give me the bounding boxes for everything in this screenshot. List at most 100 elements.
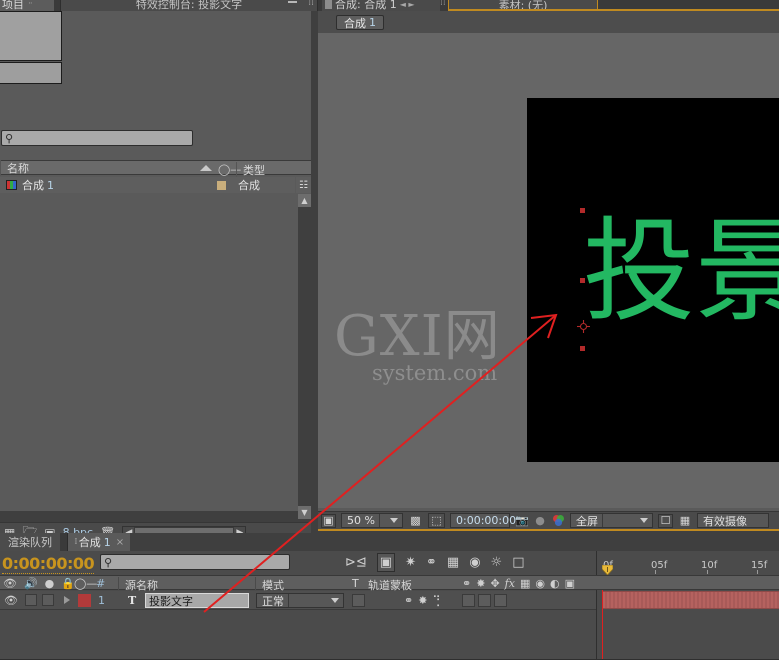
- column-header-type[interactable]: 类型: [236, 162, 265, 178]
- current-time-display[interactable]: 0:00:00:00: [2, 554, 95, 574]
- project-scrollbar[interactable]: ▲ ▼: [298, 194, 311, 519]
- layer-duration-bar[interactable]: [602, 591, 779, 609]
- shy-icon[interactable]: ◉: [469, 555, 480, 570]
- checkerboard-icon[interactable]: ▦: [678, 513, 692, 528]
- sort-ascending-icon[interactable]: [200, 165, 212, 171]
- view-mode-dropdown[interactable]: 全屏: [570, 513, 653, 528]
- lock-icon-header[interactable]: 🔒: [61, 577, 75, 590]
- layer-color-swatch[interactable]: [78, 594, 91, 607]
- project-search-input[interactable]: ⚲: [1, 130, 193, 146]
- layer-name-input[interactable]: [145, 593, 249, 608]
- layer-3d-box[interactable]: [494, 594, 507, 607]
- layer-switches-left: ⚭ ✸ ⢙: [404, 594, 441, 607]
- column-header-index[interactable]: #: [96, 577, 105, 590]
- exposure-icon[interactable]: □: [512, 555, 524, 570]
- tab-effect-controls-label: 特效控制台: 投影文字: [135, 0, 243, 11]
- layer-motion-blur-box[interactable]: [478, 594, 491, 607]
- tab-project-grip: ··: [28, 0, 33, 9]
- project-hierarchy-icon[interactable]: ☷: [296, 177, 311, 193]
- roi-selection-icon[interactable]: ⬚: [428, 513, 445, 528]
- tab-composition-group[interactable]: 合成: 合成 1 ◄ ►: [322, 0, 440, 11]
- ruler-mark-1: [655, 570, 656, 574]
- chevron-down-icon-3[interactable]: [331, 598, 339, 603]
- selection-handle-top[interactable]: [580, 208, 585, 213]
- panel-menu-icon[interactable]: ⁞⁞: [308, 0, 314, 8]
- quality-icon[interactable]: ✸: [476, 577, 485, 590]
- toggle-transparency-grid-icon[interactable]: ▣: [321, 513, 336, 528]
- draft-3d-icon[interactable]: ✷: [405, 555, 416, 570]
- layer-mode-dropdown[interactable]: 正常: [256, 593, 344, 608]
- project-thumbnail-info: [0, 62, 62, 84]
- solo-icon-header[interactable]: ●: [45, 577, 55, 590]
- selection-handle-bottom[interactable]: [580, 346, 585, 351]
- timeline-search-field[interactable]: [112, 555, 275, 569]
- selection-handle-middle[interactable]: [580, 278, 585, 283]
- viewer-tab-label: 合成: [344, 16, 366, 30]
- layer-mode-value: 正常: [262, 594, 284, 608]
- mask-visibility-icon[interactable]: ☐: [658, 513, 673, 528]
- adjustment-layer-icon[interactable]: ◐: [550, 577, 560, 590]
- composition-canvas[interactable]: 投景: [527, 98, 779, 462]
- viewer-canvas-area[interactable]: GXI网 system.com 投景: [318, 33, 779, 508]
- tab-render-queue-label: 渲染队列: [8, 536, 52, 549]
- magnification-dropdown[interactable]: 50 %: [341, 513, 403, 528]
- tab-timeline-composition[interactable]: ⁞⁞ 合成 1 ×: [67, 533, 131, 551]
- minimize-icon[interactable]: [288, 1, 297, 3]
- chevron-down-icon-2[interactable]: [640, 518, 648, 523]
- fx-icon[interactable]: fx: [505, 577, 515, 590]
- frame-blend-icon-header[interactable]: ▦: [520, 577, 530, 590]
- camera-dropdown[interactable]: 有效摄像: [697, 513, 769, 528]
- viewer-composition-tab[interactable]: 合成 1: [336, 15, 384, 30]
- region-of-interest-icon[interactable]: ▩: [408, 513, 423, 528]
- brainstorm-icon[interactable]: ☼: [491, 555, 503, 570]
- viewer-time-field[interactable]: 0:00:00:00: [450, 513, 516, 528]
- timeline-track-area[interactable]: [596, 590, 779, 660]
- eye-icon-header[interactable]: 👁: [3, 577, 17, 590]
- scroll-up-icon[interactable]: ▲: [298, 194, 311, 207]
- anchor-point-icon[interactable]: [577, 320, 590, 333]
- snapshot-icon[interactable]: 📷: [515, 513, 529, 528]
- project-search-field[interactable]: [13, 131, 179, 145]
- motion-blur-icon-header[interactable]: ◉: [535, 577, 545, 590]
- layer-quality-icon[interactable]: ✸: [418, 594, 427, 607]
- layer-track-matte-box[interactable]: [352, 594, 365, 607]
- chevron-down-icon[interactable]: [390, 518, 398, 523]
- project-panel: ⚲ 名称 ◯— 类型 合成 1 合成 ☷ ▲ ▼ ▦ 🗁 ▣ 8 bpc 🗑: [0, 11, 311, 542]
- graph-editor-icon[interactable]: ▣: [376, 553, 396, 572]
- timeline-ruler[interactable]: 0f 05f 10f 15f: [596, 551, 779, 575]
- layer-expand-triangle-icon[interactable]: [64, 596, 70, 604]
- project-item-row[interactable]: 合成 1 合成: [0, 177, 295, 193]
- composition-icon: [6, 180, 17, 190]
- tab-separator-icon: ⁞⁞: [440, 0, 446, 8]
- motion-blur-icon[interactable]: ⚭: [426, 555, 437, 570]
- close-icon[interactable]: ×: [116, 537, 124, 548]
- tab-render-queue[interactable]: 渲染队列: [0, 533, 60, 551]
- tab-nav-arrows-icon[interactable]: ◄ ►: [400, 0, 415, 9]
- layer-collapse-icon[interactable]: ⚭: [404, 594, 413, 607]
- text-layer-render: 投景: [583, 207, 779, 337]
- audio-icon-header[interactable]: 🔊: [24, 577, 38, 590]
- frame-blend-icon[interactable]: ▦: [447, 555, 459, 570]
- scroll-down-icon[interactable]: ▼: [298, 506, 311, 519]
- tab-effect-controls[interactable]: 特效控制台: 投影文字 ⁞⁞: [60, 0, 318, 11]
- layer-visibility-icon[interactable]: 👁: [4, 594, 18, 607]
- layer-quality-draft-icon[interactable]: ⢙: [432, 594, 440, 607]
- playhead-icon[interactable]: [602, 565, 613, 575]
- project-item-label-swatch[interactable]: [217, 180, 226, 190]
- timeline-search-input[interactable]: ⚲: [100, 554, 290, 570]
- layer-frame-blend-box[interactable]: [462, 594, 475, 607]
- three-d-layer-icon[interactable]: ▣: [565, 577, 575, 590]
- timeline-layer-row[interactable]: 👁 1 T 正常 ⚭ ✸ ⢙: [0, 591, 596, 610]
- layer-solo-toggle[interactable]: [42, 594, 54, 606]
- viewer-tab-number: 1: [369, 16, 376, 29]
- channel-icon[interactable]: [551, 513, 565, 528]
- live-update-icon[interactable]: ⊳⊴: [345, 555, 367, 570]
- show-snapshot-icon[interactable]: ●: [534, 513, 546, 528]
- column-header-name[interactable]: 名称: [0, 159, 200, 176]
- layer-audio-toggle[interactable]: [25, 594, 37, 606]
- watermark-line2: system.com: [372, 361, 498, 385]
- tab-project[interactable]: 项目 ··: [0, 0, 54, 11]
- effects-toggle-icon[interactable]: ✥: [490, 577, 499, 590]
- label-tag-icon-header[interactable]: ◯—: [74, 577, 97, 590]
- collapse-transform-icon[interactable]: ⚭: [462, 577, 471, 590]
